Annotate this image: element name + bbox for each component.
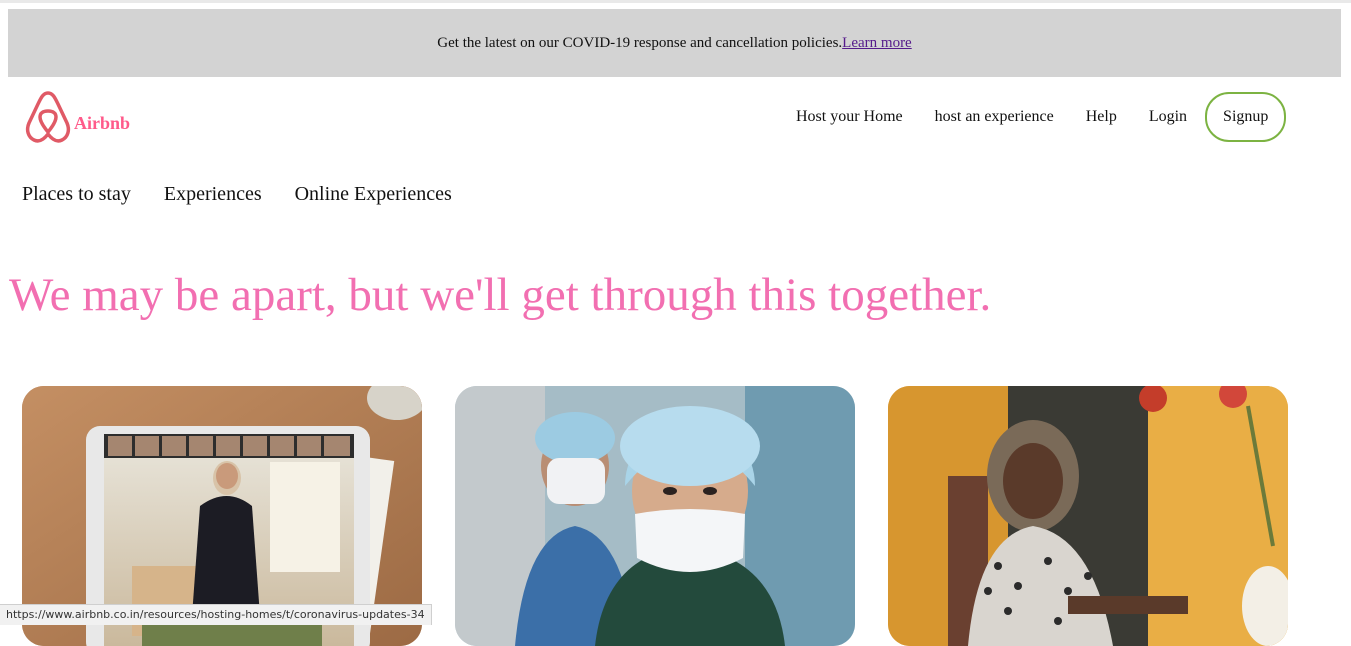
airbnb-logo-icon	[24, 90, 72, 149]
hero-title: We may be apart, but we'll get through t…	[9, 269, 992, 321]
signup-button[interactable]: Signup	[1205, 92, 1287, 142]
places-to-stay-link[interactable]: Places to stay	[22, 183, 131, 206]
host-woman-image[interactable]	[888, 386, 1288, 646]
logo-text: Airbnb	[74, 113, 131, 133]
experiences-link[interactable]: Experiences	[164, 183, 262, 206]
top-edge-line	[0, 0, 1351, 3]
online-experiences-link[interactable]: Online Experiences	[295, 183, 452, 206]
airbnb-logo[interactable]: Airbnb	[24, 90, 130, 149]
learn-more-link[interactable]: Learn more	[842, 35, 912, 52]
login-link[interactable]: Login	[1149, 108, 1187, 126]
covid-banner: Get the latest on our COVID-19 response …	[8, 9, 1341, 77]
category-nav: Places to stay Experiences Online Experi…	[22, 183, 452, 206]
link-status-bar: https://www.airbnb.co.in/resources/hosti…	[0, 604, 432, 625]
medical-workers-image[interactable]	[455, 386, 855, 646]
host-home-link[interactable]: Host your Home	[796, 108, 903, 126]
banner-text: Get the latest on our COVID-19 response …	[437, 34, 843, 51]
top-nav: Host your Home host an experience Help L…	[780, 92, 1287, 142]
host-experience-link[interactable]: host an experience	[935, 108, 1054, 126]
help-link[interactable]: Help	[1086, 108, 1117, 126]
